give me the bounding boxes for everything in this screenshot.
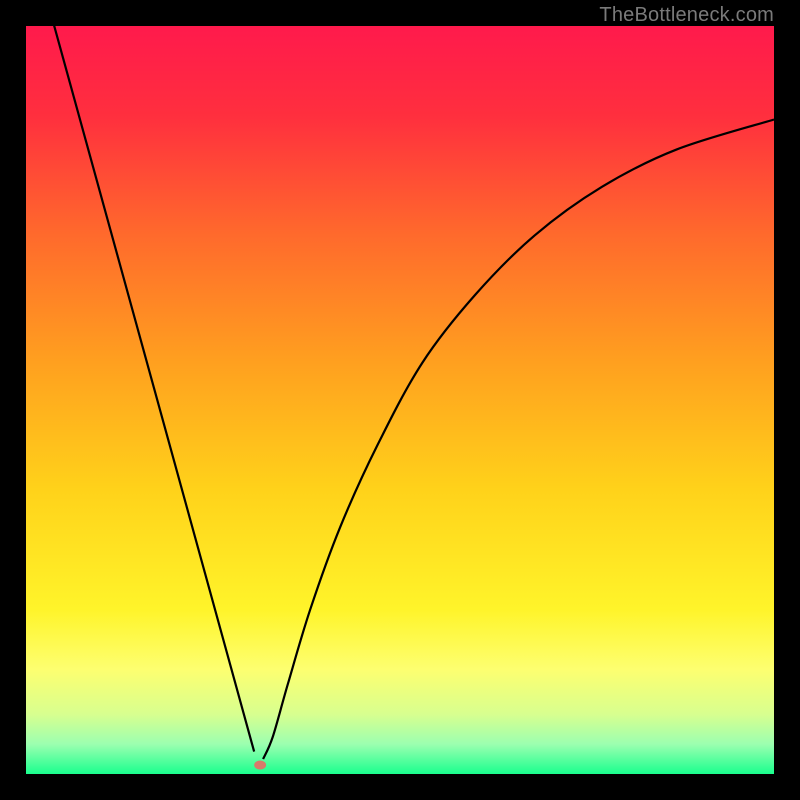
chart-svg (26, 26, 774, 774)
minimum-marker (254, 761, 266, 770)
watermark-text: TheBottleneck.com (599, 4, 774, 27)
chart-frame (26, 26, 774, 774)
